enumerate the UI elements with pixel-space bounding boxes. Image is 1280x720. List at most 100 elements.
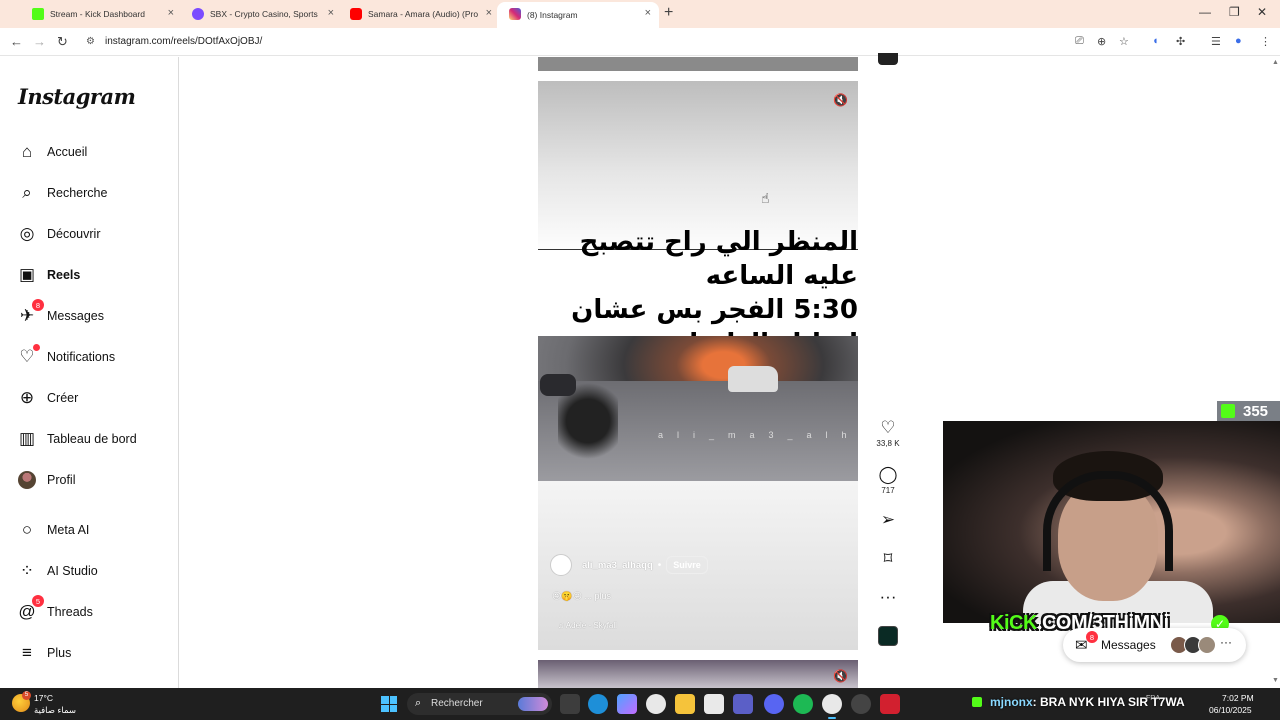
muted-speaker-icon[interactable]: 🔇	[833, 93, 848, 107]
reel-author-username[interactable]: ali_ma3_alhaqq	[582, 560, 653, 571]
messages-popup-button[interactable]: ✉ 8 Messages ···	[1063, 628, 1246, 662]
reel-video-frame[interactable]: ali_ma3_alhaqq	[538, 336, 858, 481]
copilot-icon[interactable]	[617, 694, 637, 714]
sidebar-item-create[interactable]: ⊕ Créer	[16, 385, 78, 411]
install-app-icon[interactable]: ⎚	[1075, 35, 1084, 48]
paper-plane-icon: ➢	[880, 510, 896, 529]
sidebar-item-messages[interactable]: ✈ 8 Messages	[16, 299, 104, 329]
url-text[interactable]: instagram.com/reels/DOtfAxOjOBJ/	[105, 36, 262, 47]
clock-date[interactable]: 06/10/2025	[1209, 705, 1252, 715]
extensions-puzzle-icon[interactable]: ✣	[1176, 35, 1185, 48]
sidebar-item-profile[interactable]: Profil	[16, 467, 75, 493]
audio-thumbnail[interactable]	[878, 626, 898, 646]
sidebar-item-reels[interactable]: ▣ Reels	[16, 262, 80, 288]
close-tab-icon[interactable]: ×	[168, 7, 174, 19]
tab-label: (8) Instagram	[527, 10, 578, 20]
muted-speaker-icon[interactable]: 🔇	[833, 669, 848, 683]
separator-dot: •	[657, 559, 662, 571]
sidebar-item-explore[interactable]: ◎ Découvrir	[16, 221, 101, 247]
close-tab-icon[interactable]: ×	[486, 7, 492, 19]
avatar	[1198, 636, 1216, 654]
spotify-icon[interactable]	[793, 694, 813, 714]
share-button[interactable]: ➢	[870, 510, 906, 530]
sidebar-item-home[interactable]: ⌂ Accueil	[16, 139, 87, 165]
follow-button[interactable]: Suivre	[666, 556, 708, 574]
reel-card-previous[interactable]: 🔇	[538, 81, 858, 249]
heart-glyph: ♡	[19, 347, 35, 366]
weather-temperature[interactable]: 17°C	[34, 693, 53, 703]
tab-kick-dashboard[interactable]: Stream - Kick Dashboard ×	[20, 2, 182, 26]
minimize-icon[interactable]: —	[1199, 5, 1211, 19]
sidebar-item-label: Créer	[47, 391, 79, 405]
chrome-active-icon[interactable]	[822, 694, 842, 719]
reel-info-area: ali_ma3_alhaqq • Suivre 😜🤫😜 ... plus ♫ A…	[538, 481, 858, 650]
reel-author-row: ali_ma3_alhaqq • Suivre	[550, 554, 708, 576]
weather-description[interactable]: سماء صافية	[34, 705, 76, 716]
store-icon[interactable]	[704, 694, 724, 714]
tab-sbx-casino[interactable]: SBX - Crypto Casino, Sports Bet ×	[180, 2, 342, 26]
profile-icon[interactable]: ●	[1235, 35, 1242, 47]
tab-instagram[interactable]: (8) Instagram ×	[497, 2, 659, 28]
save-button[interactable]: ⌑	[870, 549, 906, 569]
chrome-icon[interactable]	[646, 694, 666, 714]
edge-icon[interactable]	[588, 694, 608, 714]
sidebar-item-ai-studio[interactable]: ⁘ AI Studio	[16, 558, 98, 584]
sidebar-item-meta-ai[interactable]: ○ Meta AI	[16, 517, 90, 543]
taskbar-search[interactable]: ⌕ Rechercher	[407, 693, 552, 715]
bookmark-star-icon[interactable]: ☆	[1119, 35, 1129, 48]
scroll-down-arrow-icon[interactable]: ▼	[1272, 677, 1279, 684]
teams-icon[interactable]	[733, 694, 753, 714]
app-b-icon[interactable]	[880, 694, 900, 714]
profile-picture	[18, 471, 36, 489]
close-window-icon[interactable]: ✕	[1257, 5, 1267, 19]
tab-youtube-samara[interactable]: Samara - Amara (Audio) (Prod ×	[338, 2, 500, 26]
reel-music-title: Adele - Skyfall	[565, 621, 617, 630]
file-explorer-icon[interactable]	[675, 694, 695, 714]
avatar[interactable]	[550, 554, 572, 576]
plus-icon[interactable]: +	[664, 4, 673, 22]
sidebar-item-more[interactable]: ≡ Plus	[16, 640, 71, 666]
scroll-up-arrow-icon[interactable]: ▲	[1272, 59, 1279, 66]
reading-list-icon[interactable]: ☰	[1211, 35, 1221, 48]
messenger-glyph: ✈	[19, 306, 35, 325]
sidebar-item-notifications[interactable]: ♡ Notifications	[16, 344, 115, 370]
sidebar-item-search[interactable]: ⌕ Recherche	[16, 180, 107, 206]
previous-audio-thumbnail[interactable]	[878, 53, 898, 65]
comment-count: 717	[881, 486, 895, 495]
sidebar-item-label: Meta AI	[47, 523, 90, 537]
discord-icon[interactable]	[764, 694, 784, 714]
previous-reel-bottom[interactable]	[538, 57, 858, 71]
zoom-icon[interactable]: ⊕	[1097, 35, 1106, 48]
reel-card[interactable]: المنظر الي راح تتصبح عليه الساعه 5:30 ال…	[538, 227, 858, 650]
reel-card-next[interactable]: 🔇	[538, 660, 858, 688]
close-tab-icon[interactable]: ×	[645, 7, 651, 19]
ellipsis-icon[interactable]: ···	[1220, 635, 1232, 649]
site-info-icon[interactable]: ⚙	[86, 36, 95, 47]
clock-time[interactable]: 7:02 PM	[1222, 693, 1254, 703]
back-arrow-icon[interactable]: ←	[10, 34, 23, 49]
reel-music[interactable]: ♫ Adele - Skyfall	[558, 621, 617, 630]
sbx-favicon-icon	[192, 8, 204, 20]
streamer-webcam	[943, 421, 1280, 623]
restore-icon[interactable]: ❐	[1229, 5, 1240, 19]
messages-label: Messages	[1101, 638, 1156, 652]
ai-studio-icon: ⁘	[19, 561, 35, 580]
obs-icon[interactable]	[851, 694, 871, 714]
like-button[interactable]: ♡ 33,8 K	[870, 418, 906, 448]
extension-audio-icon[interactable]: ◖	[1152, 35, 1159, 47]
language-indicator[interactable]: FRA	[1146, 695, 1160, 702]
more-options-button[interactable]: ···	[870, 587, 906, 607]
forward-arrow-icon[interactable]: →	[33, 34, 46, 49]
reload-icon[interactable]: ↻	[57, 34, 68, 50]
close-tab-icon[interactable]: ×	[328, 7, 334, 19]
sidebar-item-dashboard[interactable]: ▥ Tableau de bord	[16, 426, 137, 452]
address-bar[interactable]: ⚙ instagram.com/reels/DOtfAxOjOBJ/	[80, 31, 1140, 53]
kebab-menu-icon[interactable]: ⋮	[1260, 35, 1271, 48]
task-view-icon[interactable]	[560, 694, 580, 714]
windows-start-icon[interactable]	[381, 696, 397, 712]
sidebar-item-label: Découvrir	[47, 227, 101, 241]
reel-caption[interactable]: 😜🤫😜 ... plus	[552, 591, 611, 602]
comment-button[interactable]: ◯ 717	[870, 465, 906, 495]
sidebar-item-threads[interactable]: @ 5 Threads	[16, 595, 93, 625]
instagram-logo[interactable]: Instagram	[18, 84, 136, 109]
